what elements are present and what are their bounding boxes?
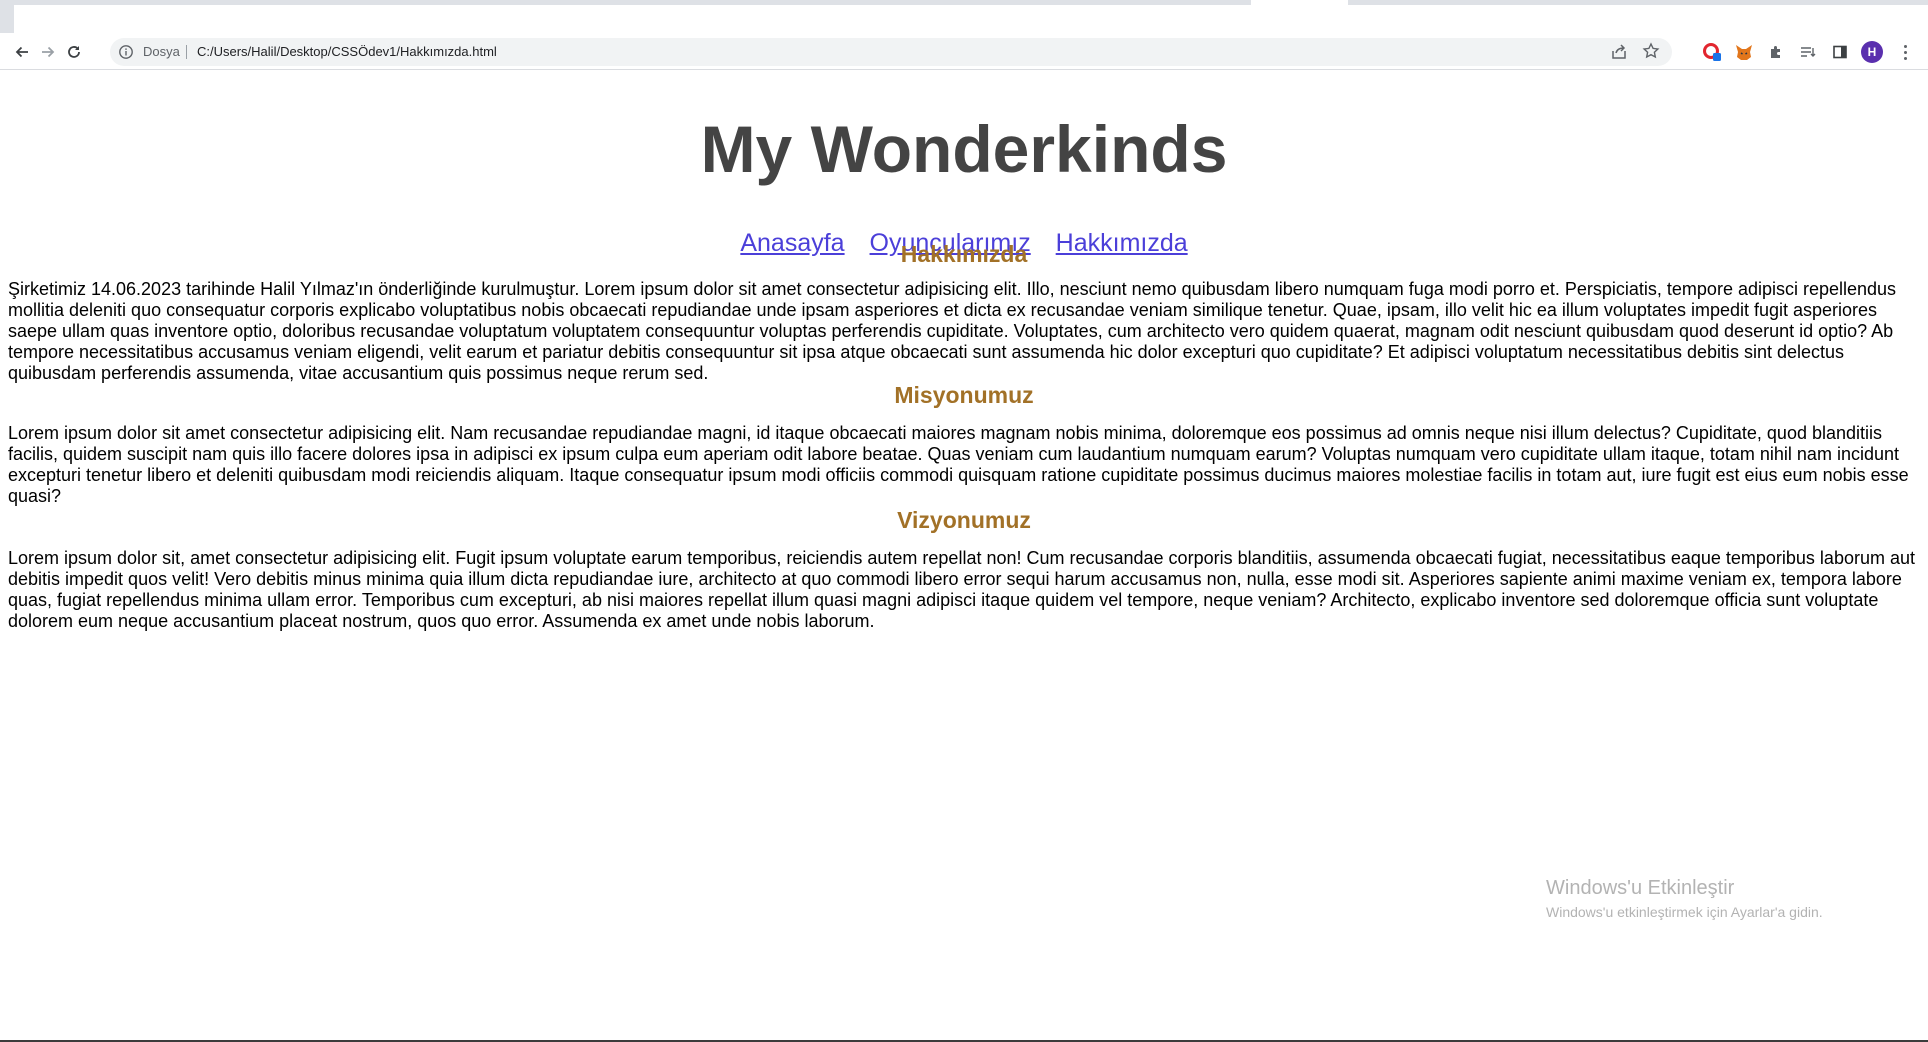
reload-icon	[68, 46, 80, 58]
reading-list-button[interactable]	[1798, 42, 1818, 62]
puzzle-extensions-icon	[1771, 46, 1780, 58]
site-title: My Wonderkinds	[700, 112, 1228, 186]
metamask-fox-icon	[1736, 45, 1752, 60]
section-text-misyonumuz: Lorem ipsum dolor sit amet consectetur a…	[8, 423, 1909, 506]
opera-extension-button[interactable]	[1702, 42, 1722, 62]
tab-strip	[0, 0, 1928, 33]
address-bar[interactable]: Dosya C:/Users/Halil/Desktop/CSSÖdev1/Ha…	[110, 38, 1672, 66]
section-text-hakkimizda: Şirketimiz 14.06.2023 tarihinde Halil Yı…	[8, 279, 1897, 383]
reading-list-icon	[1801, 47, 1816, 57]
side-panel-button[interactable]	[1830, 42, 1850, 62]
url-text[interactable]: C:/Users/Halil/Desktop/CSSÖdev1/Hakkımız…	[197, 44, 497, 59]
omnibox-separator	[186, 45, 187, 59]
tab-strip-edge	[0, 0, 14, 33]
opera-extension-icon	[1703, 43, 1721, 61]
tab-strip-background-right	[1348, 0, 1928, 5]
profile-avatar[interactable]: H	[1861, 41, 1883, 63]
section-heading-misyonumuz: Misyonumuz	[894, 382, 1034, 408]
watermark-title: Windows'u Etkinleştir	[1546, 877, 1735, 899]
menu-icon[interactable]	[1897, 42, 1913, 62]
back-icon	[15, 46, 28, 58]
forward-icon	[42, 46, 55, 58]
scheme-label: Dosya	[143, 44, 180, 59]
star-icon[interactable]	[1642, 42, 1660, 60]
section-heading-hakkimizda: Hakkımızda	[900, 241, 1028, 267]
section-text-vizyonumuz: Lorem ipsum dolor sit, amet consectetur …	[8, 548, 1915, 631]
section-heading-vizyonumuz: Vizyonumuz	[897, 507, 1031, 533]
forward-button[interactable]	[35, 39, 61, 65]
tab-strip-background	[14, 0, 1251, 5]
browser-toolbar: Dosya C:/Users/Halil/Desktop/CSSÖdev1/Ha…	[0, 33, 1928, 70]
reload-button[interactable]	[61, 39, 87, 65]
extensions-button[interactable]	[1766, 42, 1786, 62]
watermark-subtitle: Windows'u etkinleştirmek için Ayarlar'a …	[1546, 904, 1823, 920]
info-icon[interactable]	[118, 44, 134, 60]
windows-activation-watermark: Windows'u Etkinleştir Windows'u etkinleş…	[1546, 877, 1823, 920]
back-button[interactable]	[9, 39, 35, 65]
share-icon[interactable]	[1610, 43, 1628, 61]
side-panel-icon	[1833, 45, 1847, 59]
metamask-extension-button[interactable]	[1734, 42, 1754, 62]
